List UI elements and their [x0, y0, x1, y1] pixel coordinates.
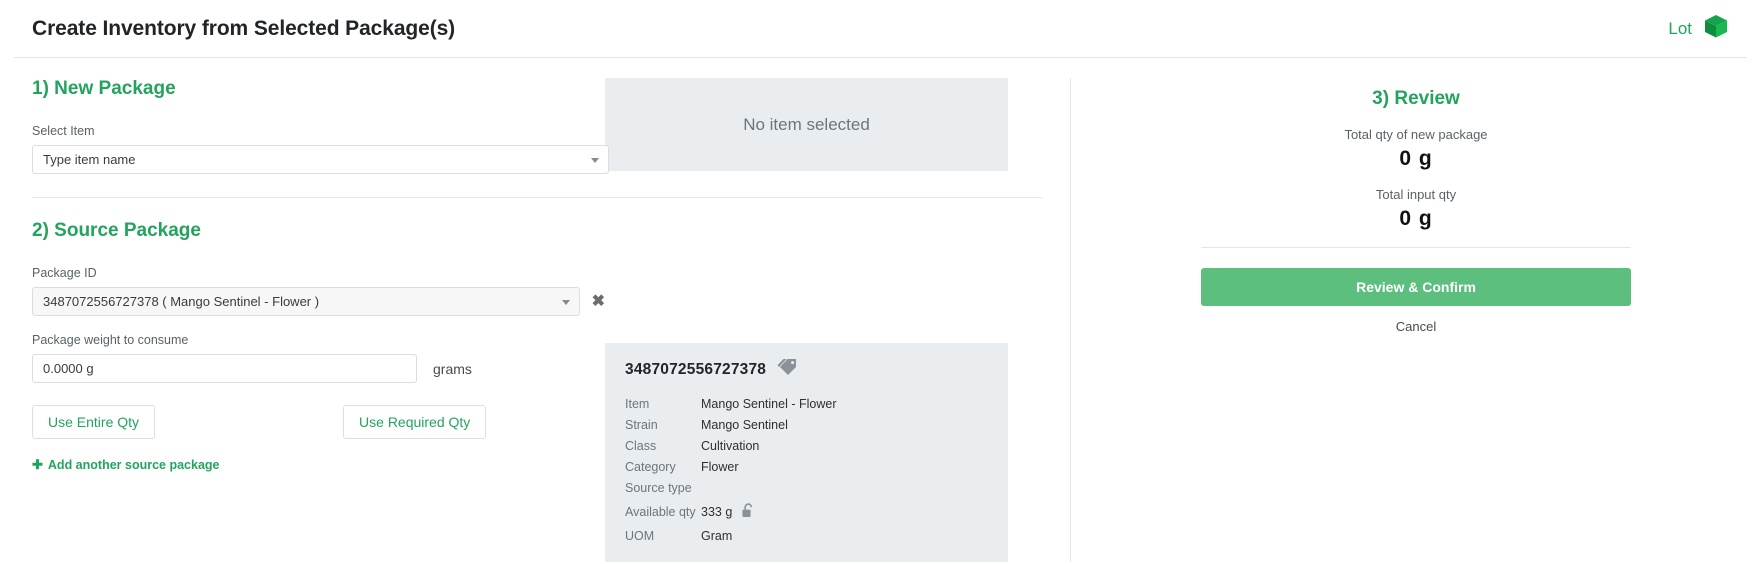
page-body: 1) New Package Select Item Type item nam… [0, 58, 1761, 562]
review-section-title: 3) Review [1372, 88, 1460, 109]
package-weight-row: grams [32, 354, 605, 383]
detail-key: Strain [625, 417, 658, 432]
no-item-selected-panel: No item selected [605, 78, 1008, 171]
detail-value: Flower [701, 459, 739, 474]
total-new-package-value: 0 g [1399, 147, 1433, 170]
plus-icon: ✚ [32, 457, 43, 472]
review-panel: 3) Review Total qty of new package 0 g T… [1201, 78, 1631, 334]
select-item-value: Type item name [43, 152, 136, 167]
use-required-qty-button[interactable]: Use Required Qty [343, 405, 487, 439]
button-spacer [155, 405, 343, 439]
detail-key: Item [625, 396, 650, 411]
package-id-label: Package ID [32, 266, 97, 280]
qty-button-group: Use Entire Qty Use Required Qty [32, 405, 605, 439]
source-package-section-title: 2) Source Package [32, 220, 201, 241]
package-id-dropdown[interactable]: 3487072556727378 ( Mango Sentinel - Flow… [32, 287, 580, 316]
detail-value: Gram [701, 528, 733, 543]
package-detail-header: 3487072556727378 [625, 357, 988, 382]
use-entire-qty-button[interactable]: Use Entire Qty [32, 405, 156, 439]
new-package-section-title: 1) New Package [32, 78, 176, 99]
chevron-down-icon[interactable] [591, 157, 599, 163]
detail-key: Class [625, 438, 657, 453]
package-detail-id: 3487072556727378 [625, 360, 767, 378]
select-item-dropdown[interactable]: Type item name [32, 145, 609, 174]
package-id-row: 3487072556727378 ( Mango Sentinel - Flow… [32, 287, 605, 316]
table-row: Strain Mango Sentinel [625, 414, 988, 435]
add-another-source-package-link[interactable]: ✚ Add another source package [32, 457, 219, 473]
chevron-down-icon[interactable] [561, 299, 570, 305]
detail-key: Available qty [625, 504, 696, 519]
package-id-value: 3487072556727378 ( Mango Sentinel - Flow… [43, 294, 320, 309]
page-header: Create Inventory from Selected Package(s… [0, 0, 1761, 57]
page-title: Create Inventory from Selected Package(s… [32, 16, 456, 40]
detail-key: Source type [625, 480, 692, 495]
package-weight-input[interactable] [32, 354, 417, 383]
package-detail-card: 3487072556727378 Item Mango Sentinel - F… [605, 343, 1008, 562]
table-row: Source type [625, 477, 988, 498]
add-another-label: Add another source package [47, 458, 220, 472]
left-column: 1) New Package Select Item Type item nam… [0, 78, 1042, 562]
package-detail-table: Item Mango Sentinel - Flower Strain Mang… [625, 393, 988, 546]
create-inventory-page: Create Inventory from Selected Package(s… [0, 0, 1761, 564]
review-and-confirm-button[interactable]: Review & Confirm [1201, 268, 1631, 306]
detail-value: Mango Sentinel - Flower [701, 396, 837, 411]
table-row: Category Flower [625, 456, 988, 477]
lot-label: Lot [1668, 18, 1692, 38]
package-weight-label: Package weight to consume [32, 333, 189, 347]
table-row: Item Mango Sentinel - Flower [625, 393, 988, 414]
select-item-label: Select Item [32, 124, 95, 138]
detail-value [701, 477, 988, 498]
detail-value: Cultivation [701, 438, 760, 453]
lock-open-icon [741, 502, 757, 522]
table-row: UOM Gram [625, 525, 988, 546]
total-input-qty-label: Total input qty [1375, 187, 1457, 202]
review-column: 3) Review Total qty of new package 0 g T… [1070, 78, 1761, 562]
detail-value: 333 g [701, 504, 733, 519]
close-icon[interactable]: ✖ [592, 293, 605, 310]
detail-key: Category [625, 459, 676, 474]
middle-column: No item selected 3487072556727378 Item M… [605, 78, 1043, 562]
table-row: Available qty 333 g [625, 498, 988, 525]
detail-key: UOM [625, 528, 655, 543]
available-qty-wrap: 333 g [701, 502, 757, 522]
table-row: Class Cultivation [625, 435, 988, 456]
review-divider [1201, 247, 1631, 248]
total-new-package-label: Total qty of new package [1344, 127, 1488, 142]
detail-value: Mango Sentinel [701, 417, 788, 432]
cancel-link[interactable]: Cancel [1201, 319, 1631, 334]
cube-icon [1703, 13, 1729, 44]
tag-icon [776, 357, 798, 382]
grams-unit-label: grams [433, 360, 472, 377]
total-input-qty-value: 0 g [1399, 207, 1433, 230]
header-lot-indicator: Lot [1668, 13, 1729, 44]
